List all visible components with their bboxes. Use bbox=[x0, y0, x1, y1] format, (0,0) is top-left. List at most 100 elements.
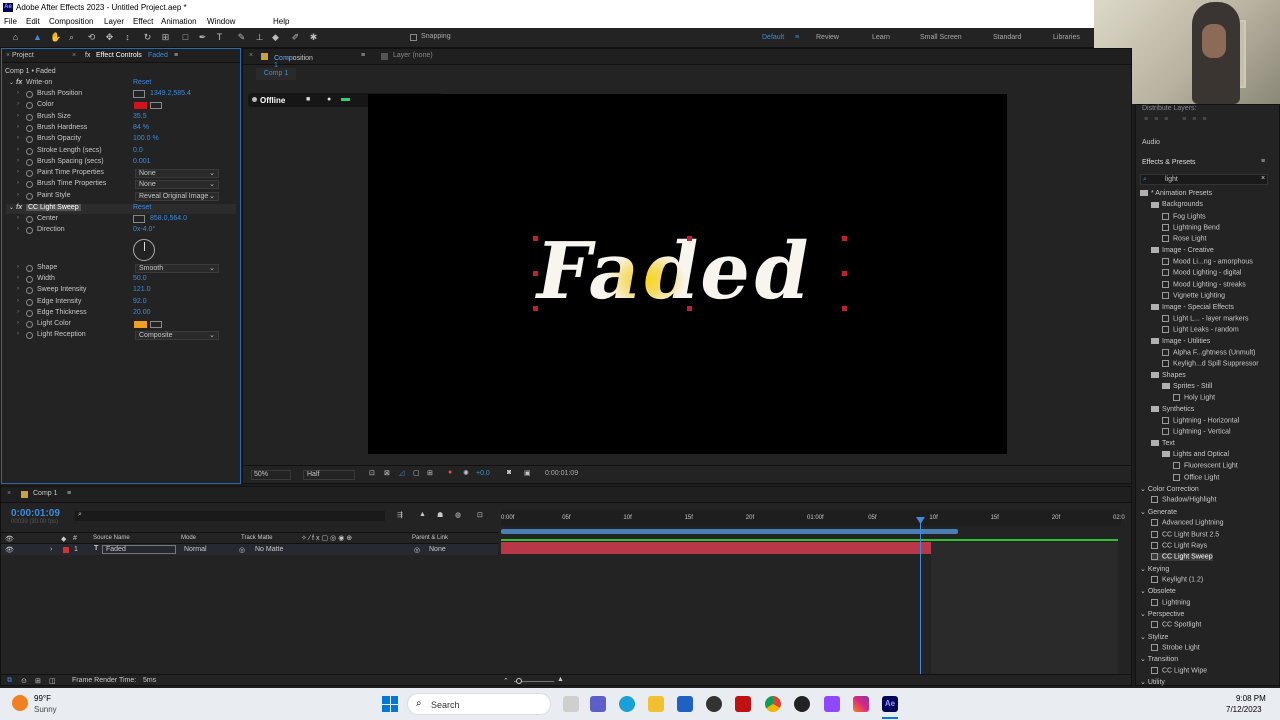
preset-tree-item[interactable]: Lights and Optical bbox=[1162, 451, 1229, 458]
expand-arrow-icon[interactable]: › bbox=[17, 169, 19, 175]
edge-browser-icon[interactable] bbox=[619, 696, 635, 712]
preset-tree-item[interactable]: Light L... - layer markers bbox=[1162, 314, 1248, 322]
layer-parent[interactable]: None bbox=[429, 546, 446, 553]
grid-icon[interactable]: ⊞ bbox=[427, 469, 433, 477]
close-tab-icon[interactable]: × bbox=[72, 52, 76, 59]
bounding-handle[interactable] bbox=[533, 306, 538, 311]
panel-menu-icon[interactable]: ≡ bbox=[174, 52, 178, 59]
preset-tree-item[interactable]: CC Light Sweep bbox=[1151, 553, 1213, 561]
crosshair-icon[interactable] bbox=[133, 90, 145, 98]
expand-arrow-icon[interactable]: ⌄ bbox=[9, 79, 14, 86]
property-dropdown[interactable]: None ⌄ bbox=[135, 169, 219, 179]
zoom-slider-thumb[interactable] bbox=[516, 678, 522, 684]
workspace-libraries[interactable]: Libraries bbox=[1053, 34, 1080, 41]
snapshot-icon[interactable]: ◙ bbox=[507, 469, 511, 476]
weather-condition[interactable]: Sunny bbox=[34, 705, 57, 714]
tab-project[interactable]: Project bbox=[12, 52, 34, 59]
property-value[interactable]: 100.0 % bbox=[133, 135, 159, 142]
expand-arrow-icon[interactable]: › bbox=[17, 135, 19, 141]
preset-tree-item[interactable]: Keyligh...d Spill Suppressor bbox=[1162, 360, 1259, 368]
effect-property-row[interactable]: › Shape Smooth ⌄ bbox=[2, 263, 238, 274]
weather-icon[interactable] bbox=[12, 695, 28, 711]
bounding-handle[interactable] bbox=[687, 236, 692, 241]
align-buttons[interactable]: ≡≡≡ ≡≡≡ bbox=[1144, 116, 1212, 123]
bounding-handle[interactable] bbox=[842, 271, 847, 276]
preset-tree-item[interactable]: ⌄ Stylize bbox=[1140, 633, 1168, 641]
property-dropdown[interactable]: None ⌄ bbox=[135, 180, 219, 190]
preset-tree-item[interactable]: Rose Light bbox=[1162, 235, 1206, 243]
col-mode[interactable]: Mode bbox=[181, 535, 196, 541]
layer-mode[interactable]: Normal bbox=[184, 546, 207, 553]
preset-tree-item[interactable]: Keylight (1.2) bbox=[1151, 575, 1203, 583]
preset-tree-item[interactable]: * Animation Presets bbox=[1140, 190, 1212, 197]
effect-property-row[interactable]: › Brush Size 35.5 bbox=[2, 113, 238, 123]
clone-stamp-tool-icon[interactable]: ⊥ bbox=[254, 32, 265, 43]
property-value[interactable]: 50.0 bbox=[133, 275, 147, 282]
fx-icon[interactable]: fx bbox=[16, 79, 22, 86]
region-icon[interactable]: ⊡ bbox=[369, 469, 375, 477]
workspace-review[interactable]: Review bbox=[816, 34, 839, 41]
dell-icon[interactable] bbox=[706, 696, 722, 712]
expand-arrow-icon[interactable]: › bbox=[17, 320, 19, 326]
preset-tree-item[interactable]: Lightning Bend bbox=[1162, 224, 1220, 231]
work-area-bar[interactable] bbox=[501, 529, 958, 534]
crosshair-icon[interactable] bbox=[133, 215, 145, 223]
preset-tree-item[interactable]: ⌄ Generate bbox=[1140, 508, 1177, 516]
chrome-icon[interactable] bbox=[765, 696, 781, 712]
panel-menu-icon[interactable]: ≡ bbox=[1261, 158, 1265, 165]
stopwatch-icon[interactable] bbox=[26, 216, 33, 223]
menu-animation[interactable]: Animation bbox=[161, 17, 197, 26]
preset-tree-item[interactable]: Image - Creative bbox=[1151, 247, 1214, 254]
layer-track-matte[interactable]: No Matte bbox=[255, 546, 283, 553]
stopwatch-icon[interactable] bbox=[26, 309, 33, 317]
weather-temp[interactable]: 99°F bbox=[34, 694, 51, 703]
menu-help[interactable]: Help bbox=[273, 17, 289, 26]
expand-arrow-icon[interactable]: › bbox=[17, 192, 19, 198]
visibility-eye-icon[interactable]: 👁 bbox=[5, 546, 14, 554]
layer-duration-bar[interactable] bbox=[501, 542, 931, 554]
expand-arrow-icon[interactable]: ⌄ bbox=[9, 204, 14, 211]
effect-property-row[interactable]: › Light Color bbox=[2, 320, 238, 330]
clock-time[interactable]: 9:08 PM bbox=[1236, 694, 1266, 703]
zoom-tool-icon[interactable]: ⌕ bbox=[66, 32, 77, 43]
rectangle-tool-icon[interactable]: □ bbox=[180, 32, 191, 43]
preset-tree-item[interactable]: Shapes bbox=[1151, 372, 1186, 379]
preset-tree-item[interactable]: Synthetics bbox=[1151, 406, 1194, 413]
label-color-swatch[interactable] bbox=[63, 547, 69, 553]
tab-comp-1[interactable]: Comp 1 bbox=[33, 490, 58, 497]
timeline-search-input[interactable]: ⌕ bbox=[75, 511, 385, 521]
menu-layer[interactable]: Layer bbox=[104, 17, 124, 26]
toggle-render-icon[interactable]: ◫ bbox=[49, 677, 56, 685]
track-matte-icon[interactable]: ◎ bbox=[239, 546, 245, 554]
stopwatch-icon[interactable] bbox=[26, 170, 33, 178]
preset-tree-item[interactable]: ⌄ Color Correction bbox=[1140, 485, 1199, 493]
preset-tree-item[interactable]: Advanced Lightning bbox=[1151, 519, 1224, 526]
preset-tree-item[interactable]: CC Spotlight bbox=[1151, 621, 1201, 629]
effect-property-row[interactable]: › Stroke Length (secs) 0.0 bbox=[2, 147, 238, 157]
property-value[interactable]: 858.0,564.0 bbox=[150, 215, 187, 222]
bounding-handle[interactable] bbox=[842, 236, 847, 241]
property-value[interactable]: 0.001 bbox=[133, 158, 151, 165]
preset-tree-item[interactable]: CC Light Wipe bbox=[1151, 666, 1207, 674]
expand-arrow-icon[interactable]: › bbox=[17, 331, 19, 337]
property-dropdown[interactable]: Reveal Original Image ⌄ bbox=[135, 191, 219, 201]
eyedropper-icon[interactable] bbox=[150, 102, 162, 110]
toggle-duration-icon[interactable]: ⊞ bbox=[35, 677, 41, 685]
preset-tree-item[interactable]: Sprites - Still bbox=[1162, 383, 1212, 390]
expand-arrow-icon[interactable]: › bbox=[17, 101, 19, 107]
panel-menu-icon[interactable]: ≡ bbox=[361, 52, 365, 59]
bounding-handle[interactable] bbox=[533, 271, 538, 276]
roto-brush-tool-icon[interactable]: ✐ bbox=[290, 32, 301, 43]
draft-3d-icon[interactable]: ▲ bbox=[419, 511, 426, 518]
color-swatch[interactable] bbox=[134, 321, 162, 329]
file-explorer-icon[interactable] bbox=[648, 696, 664, 712]
preset-tree-item[interactable]: Image - Special Effects bbox=[1151, 304, 1234, 311]
col-track-matte[interactable]: Track Matte bbox=[241, 535, 272, 541]
effect-property-row[interactable]: › Paint Style Reveal Original Image ⌄ bbox=[2, 191, 238, 202]
guides-icon[interactable]: ▢ bbox=[413, 469, 420, 477]
current-time-display[interactable]: 0:00:01:09 bbox=[545, 470, 578, 477]
workspace-learn[interactable]: Learn bbox=[872, 34, 890, 41]
color-swatch[interactable] bbox=[134, 102, 162, 110]
home-icon[interactable]: ⌂ bbox=[10, 32, 21, 43]
preset-tree-item[interactable]: Backgrounds bbox=[1151, 201, 1203, 208]
